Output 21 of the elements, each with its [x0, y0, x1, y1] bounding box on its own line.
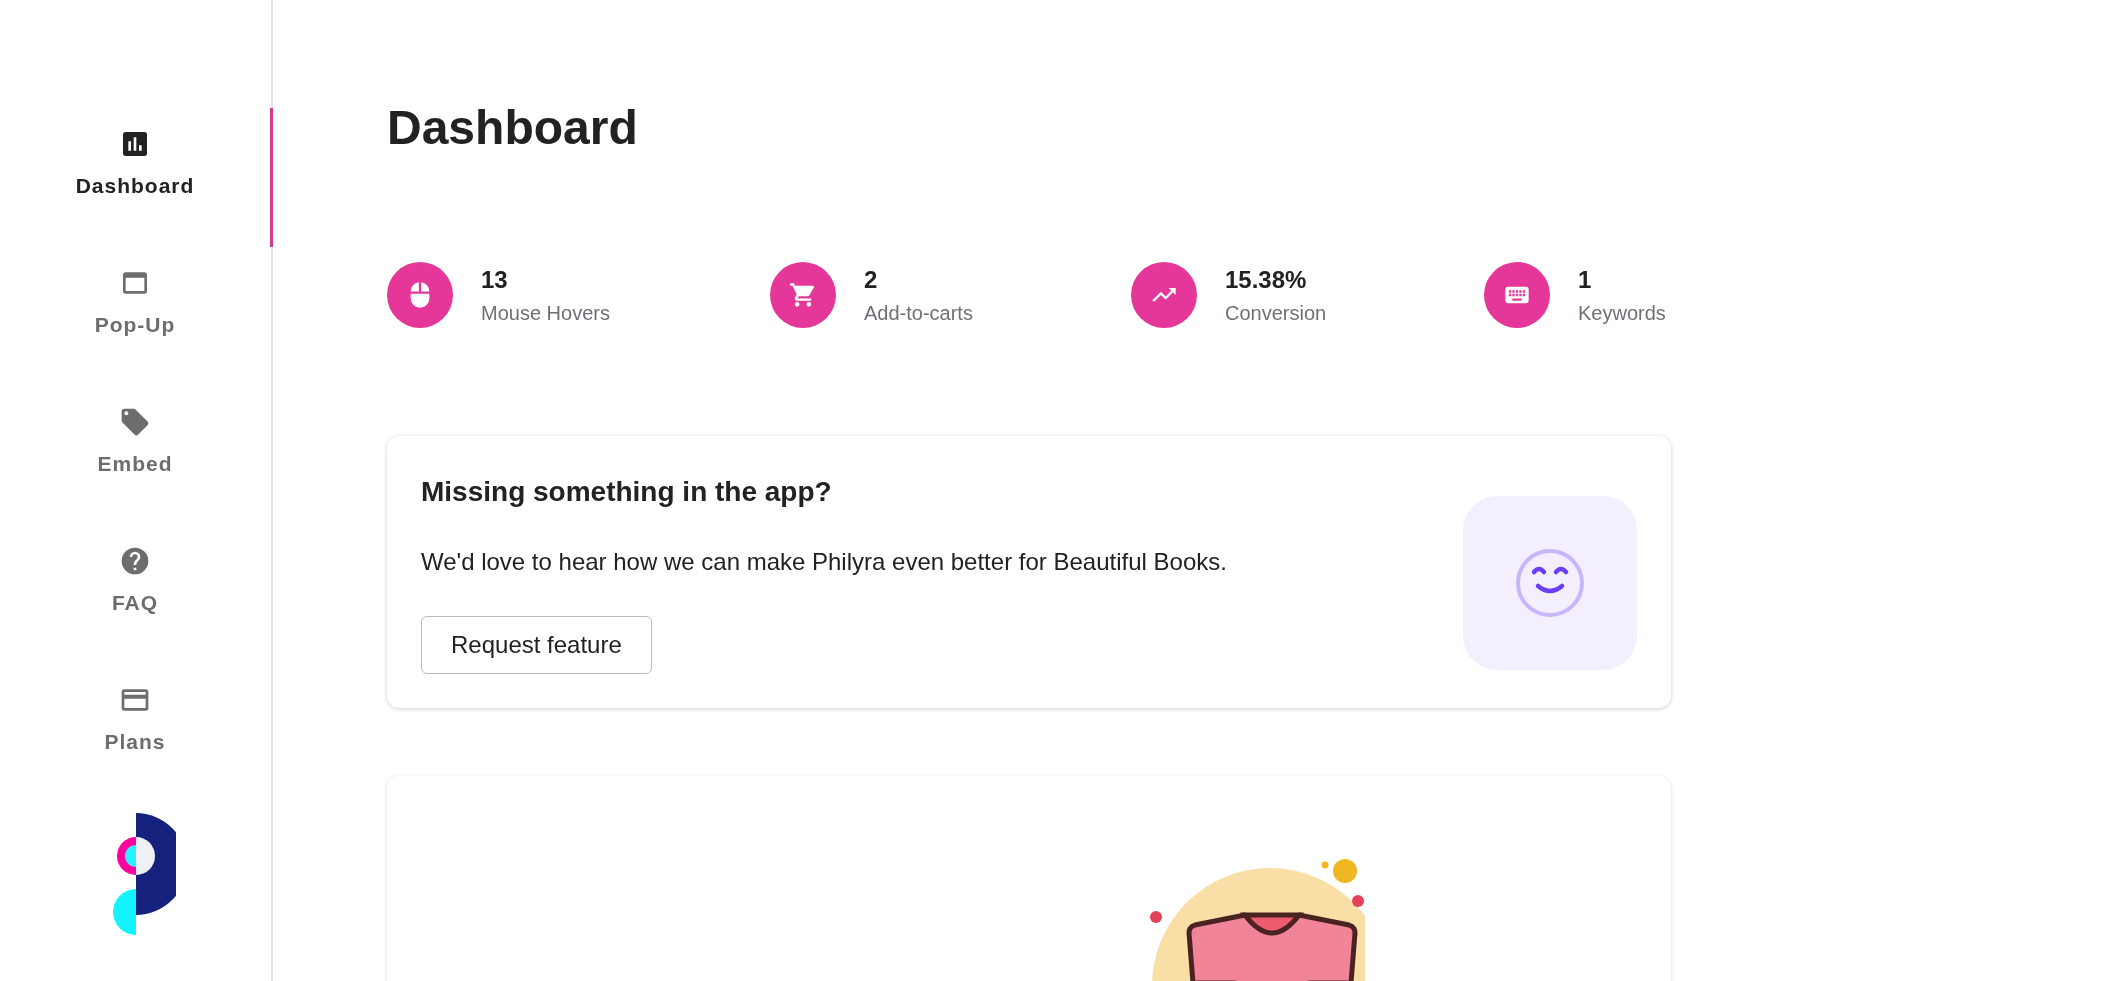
nav-item[interactable]: Pop-Up: [0, 247, 273, 386]
nav-item[interactable]: Plans: [0, 664, 273, 803]
nav-item[interactable]: FAQ: [0, 525, 273, 664]
nav-item[interactable]: Dashboard: [0, 108, 273, 247]
stat-label: Mouse Hovers: [481, 301, 610, 325]
smiley-icon: [1515, 548, 1585, 618]
request-feature-button[interactable]: Request feature: [421, 616, 652, 674]
card-title: Missing something in the app?: [421, 476, 833, 508]
stat-value: 13: [481, 265, 509, 294]
stat-label: Keywords: [1578, 301, 1666, 325]
stat-value: 2: [864, 265, 879, 294]
card-text: We'd love to hear how we can make Philyra even better for Beautiful Books.: [421, 548, 1227, 576]
tag-icon: [119, 406, 151, 438]
stat-value: 15.38%: [1225, 265, 1308, 294]
page-title: Dashboard: [387, 100, 639, 155]
cart-icon: [789, 281, 817, 309]
stat-value: 1: [1578, 265, 1593, 294]
help-icon: [119, 545, 151, 577]
stat-label: Conversion: [1225, 301, 1327, 325]
stat-label: Add-to-carts: [864, 301, 973, 325]
nav-item[interactable]: Embed: [0, 386, 273, 525]
